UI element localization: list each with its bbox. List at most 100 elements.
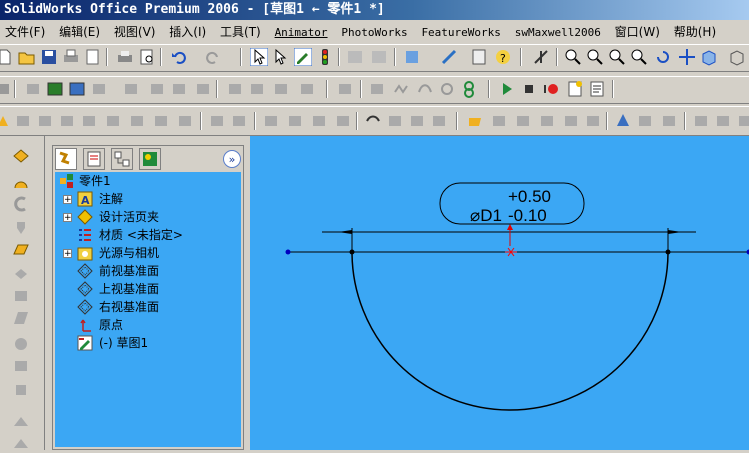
rotate-view-icon[interactable]	[654, 48, 672, 66]
toolbar-icon[interactable]	[148, 80, 166, 98]
sketch-relations-icon[interactable]	[532, 48, 550, 66]
sketch-arc[interactable]	[352, 252, 668, 410]
print-icon[interactable]	[116, 48, 134, 66]
toolbar-icon[interactable]	[416, 80, 434, 98]
dimension-upper-tolerance[interactable]: +0.50	[508, 187, 551, 206]
menu-insert[interactable]: 插入(I)	[164, 22, 211, 42]
toolbar-icon[interactable]	[194, 80, 212, 98]
toolbar-icon[interactable]	[226, 80, 244, 98]
expand-icon[interactable]: +	[63, 213, 72, 222]
toolbar-icon[interactable]	[286, 112, 304, 130]
menu-swmaxwell[interactable]: swMaxwell2006	[510, 23, 606, 42]
toolbar-icon[interactable]	[128, 112, 146, 130]
rebuild-icon[interactable]	[440, 48, 458, 66]
toolbar-icon[interactable]	[36, 112, 54, 130]
toolbar-icon[interactable]	[272, 80, 290, 98]
toolbar-icon[interactable]	[12, 382, 30, 398]
toolbar-icon[interactable]	[408, 112, 426, 130]
help-icon[interactable]: ?	[494, 48, 512, 66]
revolve-icon[interactable]	[12, 174, 30, 190]
toolbar-icon[interactable]	[490, 112, 508, 130]
toolbar-icon[interactable]	[736, 112, 749, 130]
toolbar-icon[interactable]	[12, 266, 30, 282]
toolbar-icon[interactable]	[12, 220, 30, 236]
view-orientation-icon[interactable]	[700, 48, 718, 66]
menu-view[interactable]: 视图(V)	[109, 22, 161, 42]
toolbar-icon[interactable]	[90, 80, 108, 98]
toolbar-icon[interactable]	[466, 112, 484, 130]
tree-item-sketch1[interactable]: (-) 草图1	[59, 334, 239, 352]
menu-featureworks[interactable]: FeatureWorks	[416, 23, 505, 42]
options-icon[interactable]	[404, 48, 422, 66]
expand-icon[interactable]: +	[63, 195, 72, 204]
menu-edit[interactable]: 编辑(E)	[54, 22, 105, 42]
tree-item-material[interactable]: 材质 <未指定>	[59, 226, 239, 244]
zoom-selection-icon[interactable]	[630, 48, 648, 66]
toolbar-icon[interactable]	[368, 80, 386, 98]
menu-animator[interactable]: Animator	[270, 23, 333, 42]
print-preview-icon[interactable]	[138, 48, 156, 66]
new-document-icon[interactable]	[0, 48, 14, 66]
expand-icon[interactable]: +	[63, 249, 72, 258]
toolbar-icon[interactable]	[152, 112, 170, 130]
file-properties-icon[interactable]	[470, 48, 488, 66]
zoom-to-fit-icon[interactable]	[564, 48, 582, 66]
pan-icon[interactable]	[678, 48, 696, 66]
zoom-in-out-icon[interactable]	[608, 48, 626, 66]
tab-feature-manager[interactable]	[55, 148, 77, 170]
edit-macro-icon[interactable]	[588, 80, 606, 98]
select-filter-icon[interactable]	[272, 48, 290, 66]
tree-item-annotations[interactable]: + A 注解	[59, 190, 239, 208]
sketch-point[interactable]	[286, 250, 291, 255]
save-icon[interactable]	[40, 48, 58, 66]
toolbar-icon[interactable]	[12, 288, 30, 304]
toolbar-icon[interactable]	[336, 80, 354, 98]
record-icon[interactable]	[542, 80, 560, 98]
menu-photoworks[interactable]: PhotoWorks	[336, 23, 412, 42]
toolbar-icon[interactable]	[430, 112, 448, 130]
toolbar-icon[interactable]	[170, 80, 188, 98]
menu-file[interactable]: 文件(F)	[0, 22, 50, 42]
toolbar-icon[interactable]	[176, 112, 194, 130]
menu-tools[interactable]: 工具(T)	[215, 22, 266, 42]
toolbar-icon[interactable]	[298, 80, 316, 98]
toolbar-icon[interactable]	[692, 112, 710, 130]
toolbar-icon[interactable]	[538, 112, 556, 130]
play-icon[interactable]	[498, 80, 516, 98]
toolbar-icon[interactable]	[12, 414, 30, 430]
toolbar-icon[interactable]	[104, 112, 122, 130]
extrude-icon[interactable]	[0, 112, 12, 130]
dimension-label[interactable]: ⌀D1	[470, 206, 502, 225]
toolbar-icon[interactable]	[392, 80, 410, 98]
toolbar-icon[interactable]	[438, 80, 456, 98]
toolbar-icon[interactable]	[460, 80, 478, 98]
toolbar-icon[interactable]	[584, 112, 602, 130]
print-icon[interactable]	[62, 48, 80, 66]
toolbar-icon[interactable]	[714, 112, 732, 130]
traffic-light-icon[interactable]	[316, 48, 334, 66]
dimension-lower-tolerance[interactable]: -0.10	[508, 206, 547, 225]
tree-item-design-binder[interactable]: + 设计活页夹	[59, 208, 239, 226]
toolbar-icon[interactable]	[248, 80, 266, 98]
toolbar-icon[interactable]	[370, 48, 388, 66]
toolbar-icon[interactable]	[562, 112, 580, 130]
picture-icon[interactable]	[46, 80, 64, 98]
toolbar-icon[interactable]	[262, 112, 280, 130]
tree-item-front-plane[interactable]: 前视基准面	[59, 262, 239, 280]
sketch-edit-icon[interactable]	[294, 48, 312, 66]
toolbar-icon[interactable]	[122, 80, 140, 98]
zoom-area-icon[interactable]	[586, 48, 604, 66]
toolbar-icon[interactable]	[12, 336, 30, 352]
menu-window[interactable]: 窗口(W)	[610, 22, 665, 42]
tab-property-manager[interactable]	[83, 148, 105, 170]
redo-icon[interactable]	[204, 48, 222, 66]
toolbar-icon[interactable]	[334, 112, 352, 130]
toolbar-icon[interactable]	[12, 358, 30, 374]
collapse-panel-icon[interactable]: »	[223, 150, 241, 168]
toolbar-icon[interactable]	[636, 112, 654, 130]
toolbar-icon[interactable]	[514, 112, 532, 130]
toolbar-icon[interactable]	[660, 112, 678, 130]
toolbar-icon[interactable]	[80, 112, 98, 130]
tree-item-lights-cameras[interactable]: + 光源与相机	[59, 244, 239, 262]
display-style-icon[interactable]	[728, 48, 746, 66]
